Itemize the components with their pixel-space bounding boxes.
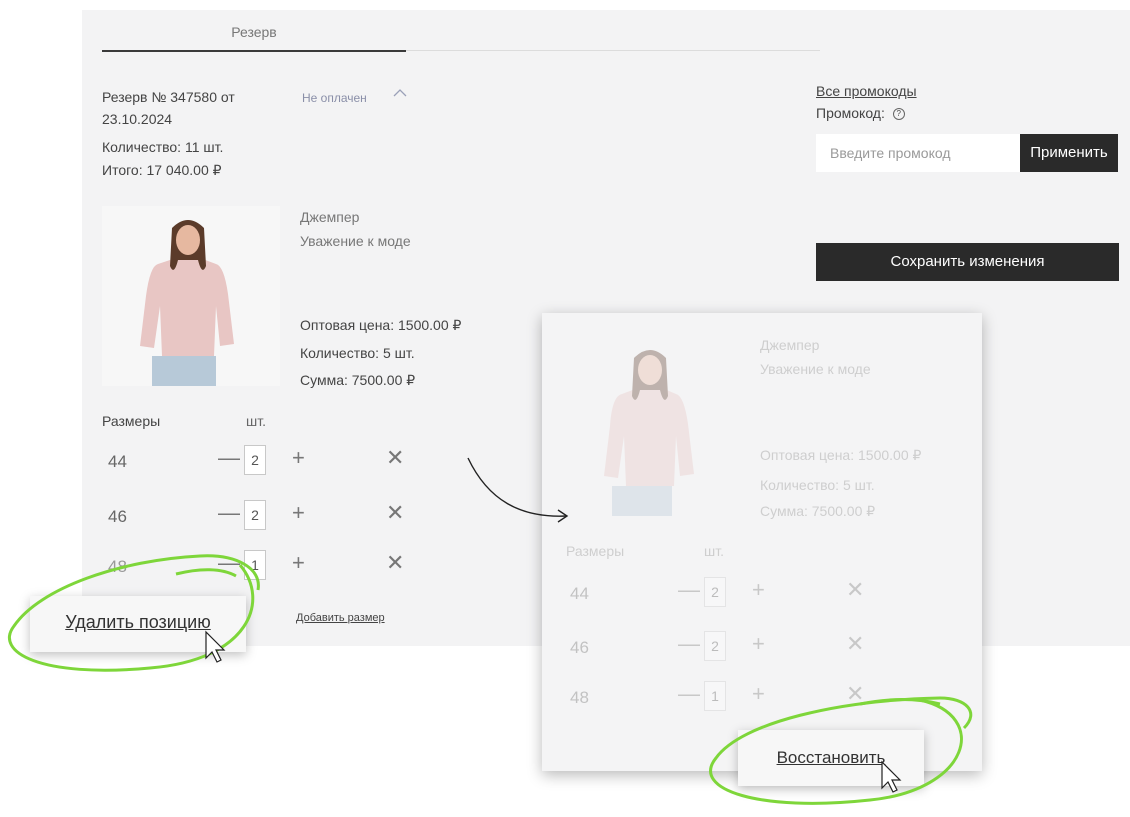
cursor-icon <box>205 630 226 663</box>
highlight-ellipse-restore <box>709 696 973 805</box>
cursor-icon <box>881 760 902 793</box>
flow-arrow-icon <box>467 457 567 517</box>
highlight-ellipse-delete <box>8 554 260 672</box>
highlight-stroke-delete <box>175 568 237 578</box>
annotation-overlay <box>8 457 973 805</box>
